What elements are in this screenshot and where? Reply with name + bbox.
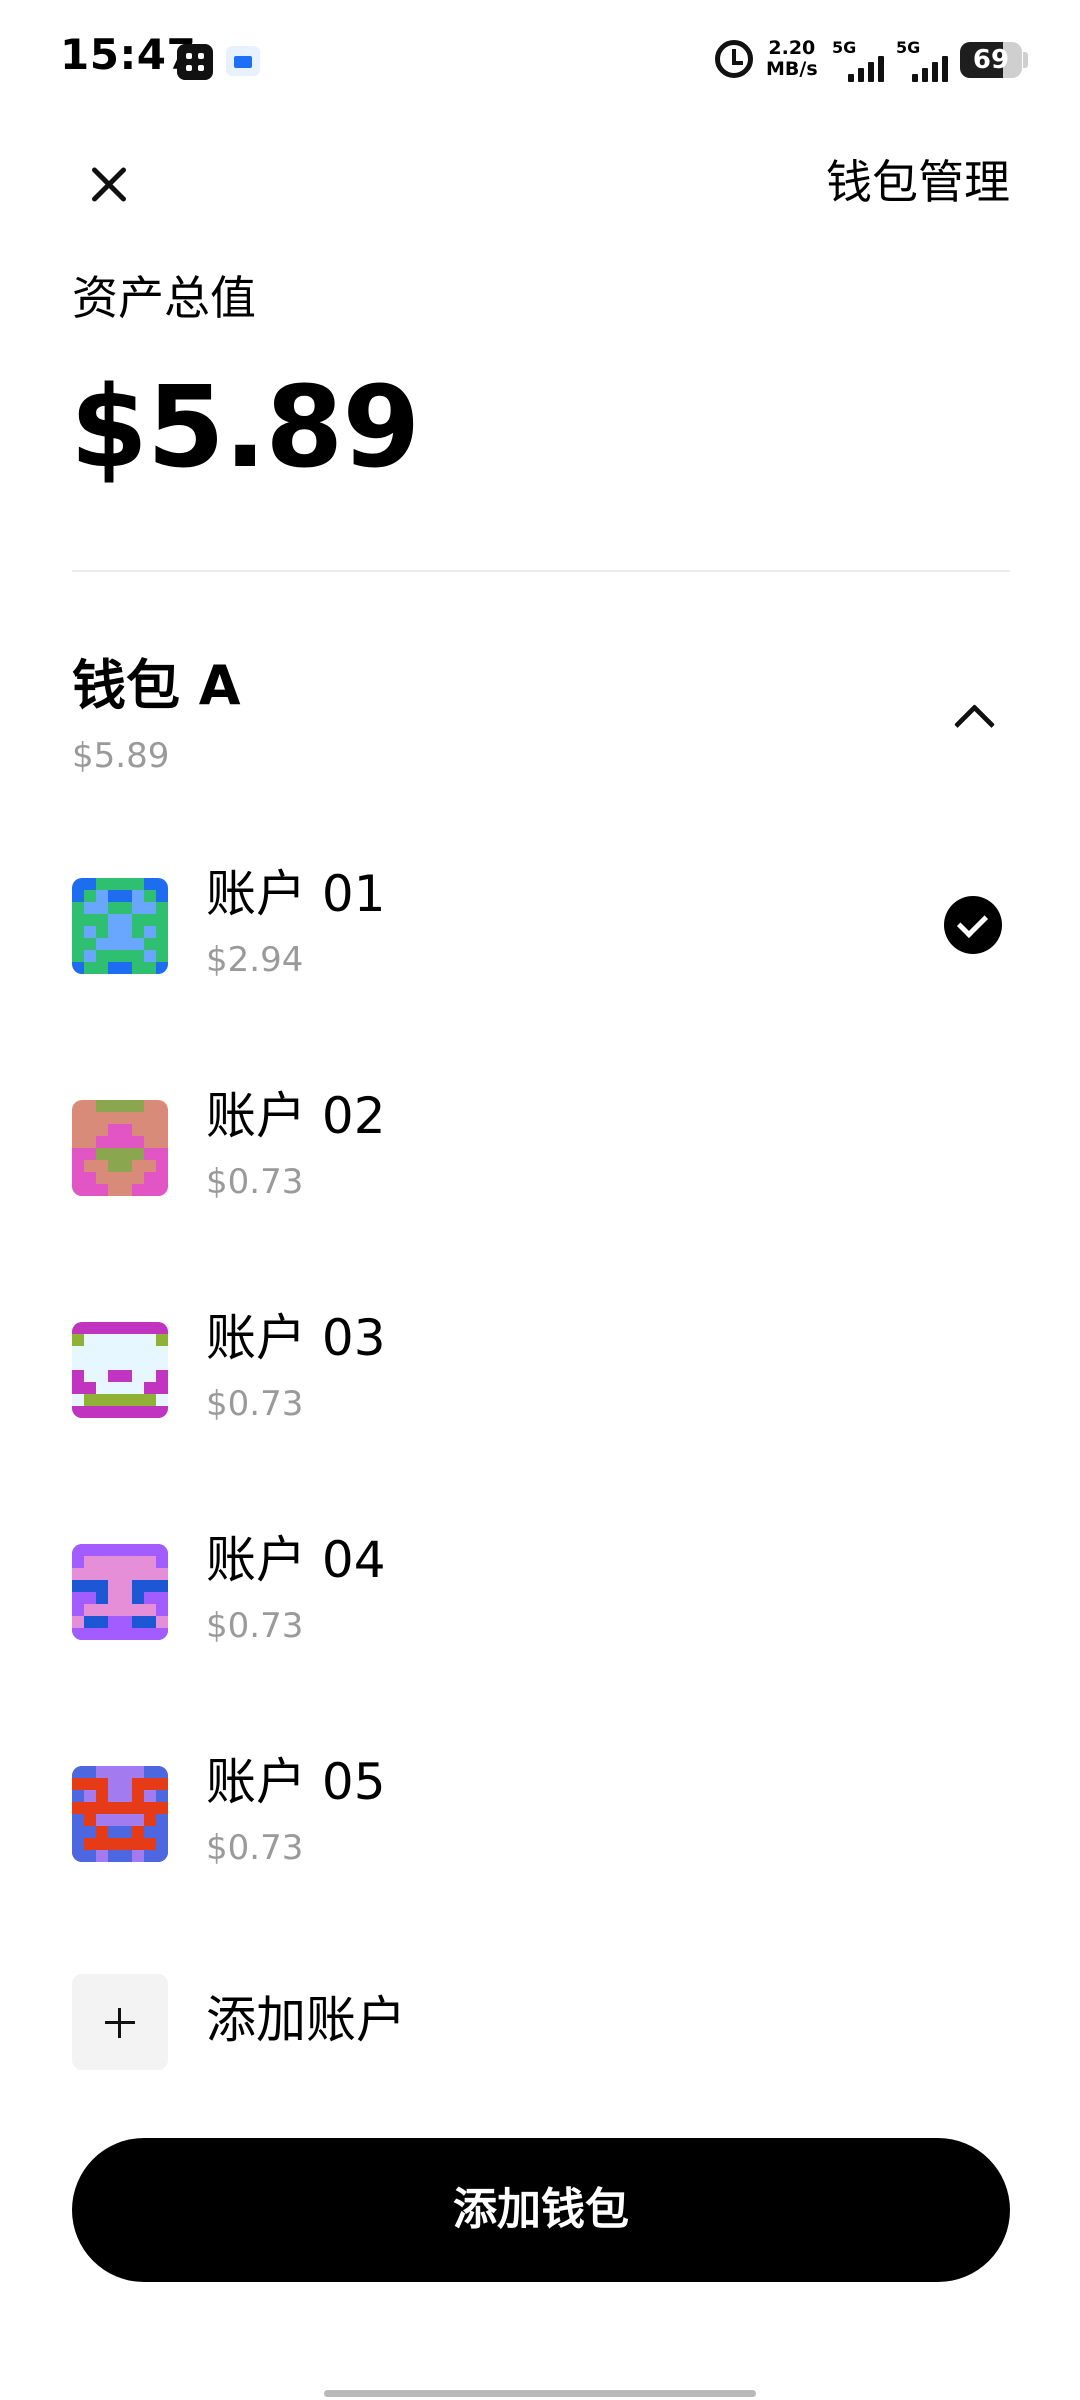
account-name: 账户 04 (206, 1531, 386, 1589)
total-assets-value: $5.89 (70, 363, 420, 493)
account-balance: $0.73 (206, 1162, 304, 1202)
account-item-01[interactable]: 账户 01 $2.94 (0, 865, 1080, 1078)
home-indicator[interactable] (324, 2390, 756, 2397)
add-wallet-button[interactable]: 添加钱包 (72, 2138, 1010, 2282)
account-item-05[interactable]: 账户 05 $0.73 (0, 1753, 1080, 1966)
check-icon (944, 896, 1002, 954)
avatar (72, 1766, 168, 1862)
account-item-04[interactable]: 账户 04 $0.73 (0, 1531, 1080, 1744)
network-speed: 2.20 MB/s (766, 38, 818, 80)
divider (72, 570, 1010, 572)
signal-1-tag: 5G (832, 38, 857, 57)
battery-tip (1023, 52, 1028, 68)
battery-icon: 69 (960, 42, 1022, 78)
account-balance: $0.73 (206, 1606, 304, 1646)
account-balance: $0.73 (206, 1384, 304, 1424)
status-time: 15:47 (60, 30, 197, 79)
avatar (72, 1100, 168, 1196)
account-name: 账户 05 (206, 1753, 386, 1811)
wallet-name[interactable]: 钱包 A (72, 652, 241, 720)
account-name: 账户 02 (206, 1087, 386, 1145)
add-icon[interactable] (72, 1974, 168, 2070)
add-account-button[interactable]: 添加账户 (206, 1988, 406, 2052)
close-icon[interactable] (72, 148, 144, 220)
status-bar: 15:47 2.20 MB/s 5G 5G 69 (0, 0, 1080, 120)
account-name: 账户 03 (206, 1309, 386, 1367)
chevron-up-icon[interactable] (950, 694, 996, 740)
network-speed-unit: MB/s (766, 58, 818, 80)
network-speed-value: 2.20 (768, 37, 816, 59)
avatar (72, 878, 168, 974)
signal-icon: 5G (832, 38, 896, 82)
avatar (72, 1544, 168, 1640)
signal-icon: 5G (896, 38, 960, 82)
account-item-03[interactable]: 账户 03 $0.73 (0, 1309, 1080, 1522)
total-assets-label: 资产总值 (72, 271, 256, 325)
wallet-manage-button[interactable]: 钱包管理 (826, 152, 1010, 212)
alarm-icon (715, 40, 753, 78)
blue-app-icon (226, 46, 260, 76)
grid-app-icon (177, 44, 213, 80)
avatar (72, 1322, 168, 1418)
account-balance: $0.73 (206, 1828, 304, 1868)
account-balance: $2.94 (206, 940, 304, 980)
wallet-total: $5.89 (72, 736, 170, 776)
signal-2-tag: 5G (896, 38, 921, 57)
battery-level: 69 (972, 45, 1010, 75)
account-name: 账户 01 (206, 865, 386, 923)
account-item-02[interactable]: 账户 02 $0.73 (0, 1087, 1080, 1300)
